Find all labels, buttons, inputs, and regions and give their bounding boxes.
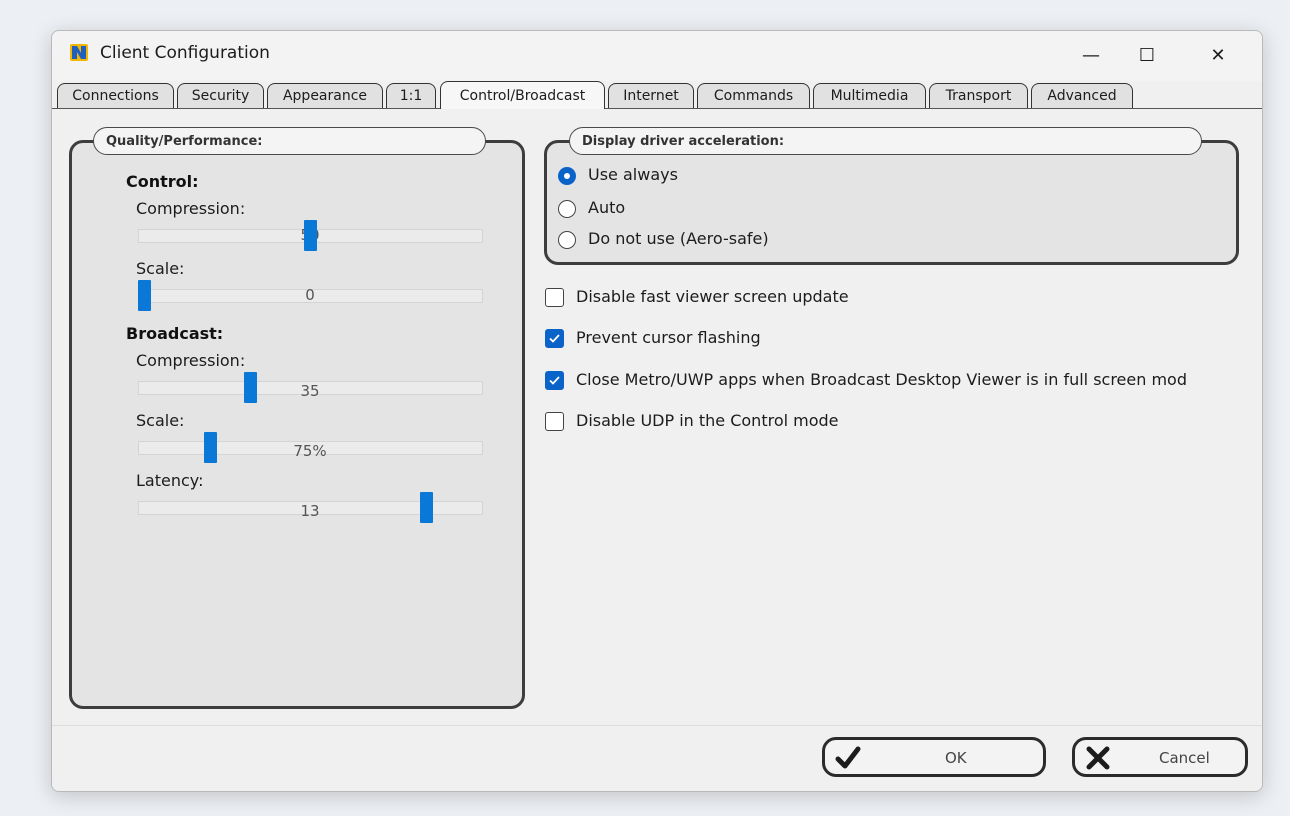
tab-connections[interactable]: Connections (57, 83, 174, 108)
use-always-label[interactable]: Use always (588, 165, 678, 184)
do-not-use-label[interactable]: Do not use (Aero-safe) (588, 229, 769, 248)
prevent-cursor-flashing-checkbox[interactable] (545, 329, 564, 348)
control-section-title: Control: (126, 172, 199, 191)
auto-radio[interactable] (558, 200, 576, 218)
tab-multimedia[interactable]: Multimedia (813, 83, 926, 108)
checkmark-icon (549, 334, 560, 343)
close-button[interactable]: ✕ (1195, 37, 1241, 73)
quality-performance-label: Quality/Performance: (93, 127, 486, 155)
broadcast-latency-value: 13 (300, 502, 320, 520)
dialog-footer: OK Cancel (52, 725, 1262, 791)
display-driver-label: Display driver acceleration: (569, 127, 1202, 155)
cancel-button[interactable]: Cancel (1072, 737, 1248, 777)
tab-content-control-broadcast: Quality/Performance: Control: Compressio… (52, 109, 1262, 725)
app-icon (70, 44, 88, 61)
tab-security[interactable]: Security (177, 83, 264, 108)
tab-internet[interactable]: Internet (608, 83, 694, 108)
control-compression-slider-thumb[interactable] (304, 220, 317, 251)
client-configuration-window: Client Configuration — ☐ ✕ Connections S… (51, 30, 1263, 792)
broadcast-compression-value: 35 (300, 382, 320, 400)
close-metro-apps-label[interactable]: Close Metro/UWP apps when Broadcast Desk… (576, 370, 1244, 389)
use-always-radio[interactable] (558, 167, 576, 185)
tab-advanced[interactable]: Advanced (1031, 83, 1133, 108)
disable-udp-checkbox[interactable] (545, 412, 564, 431)
checkmark-icon (549, 376, 560, 385)
checkmark-icon (835, 746, 861, 769)
window-title: Client Configuration (100, 43, 270, 63)
tab-bar: Connections Security Appearance 1:1 Cont… (52, 81, 1262, 109)
tab-commands[interactable]: Commands (697, 83, 810, 108)
broadcast-latency-label: Latency: (136, 471, 204, 490)
disable-fast-update-label[interactable]: Disable fast viewer screen update (576, 287, 849, 306)
maximize-button[interactable]: ☐ (1124, 37, 1170, 73)
minimize-button[interactable]: — (1068, 37, 1114, 73)
tab-one-to-one[interactable]: 1:1 (386, 83, 436, 108)
cancel-label: Cancel (1159, 749, 1210, 767)
control-scale-value: 0 (305, 286, 315, 304)
tab-appearance[interactable]: Appearance (267, 83, 383, 108)
disable-udp-label[interactable]: Disable UDP in the Control mode (576, 411, 839, 430)
broadcast-compression-label: Compression: (136, 351, 246, 370)
do-not-use-radio[interactable] (558, 231, 576, 249)
broadcast-scale-value: 75% (293, 442, 327, 460)
ok-label: OK (945, 749, 967, 767)
broadcast-scale-label: Scale: (136, 411, 185, 430)
tab-control-broadcast[interactable]: Control/Broadcast (440, 81, 605, 109)
control-compression-label: Compression: (136, 199, 246, 218)
disable-fast-update-checkbox[interactable] (545, 288, 564, 307)
ok-button[interactable]: OK (822, 737, 1046, 777)
broadcast-scale-slider-thumb[interactable] (204, 432, 218, 463)
prevent-cursor-flashing-label[interactable]: Prevent cursor flashing (576, 328, 761, 347)
auto-label[interactable]: Auto (588, 198, 625, 217)
broadcast-latency-slider-thumb[interactable] (420, 492, 434, 523)
close-metro-apps-checkbox[interactable] (545, 371, 564, 390)
tab-transport[interactable]: Transport (929, 83, 1028, 108)
x-icon (1086, 746, 1110, 770)
broadcast-compression-slider-thumb[interactable] (244, 372, 258, 403)
control-scale-label: Scale: (136, 259, 185, 278)
title-bar: Client Configuration — ☐ ✕ (52, 31, 1262, 81)
broadcast-section-title: Broadcast: (126, 324, 224, 343)
control-scale-slider-thumb[interactable] (138, 280, 151, 311)
